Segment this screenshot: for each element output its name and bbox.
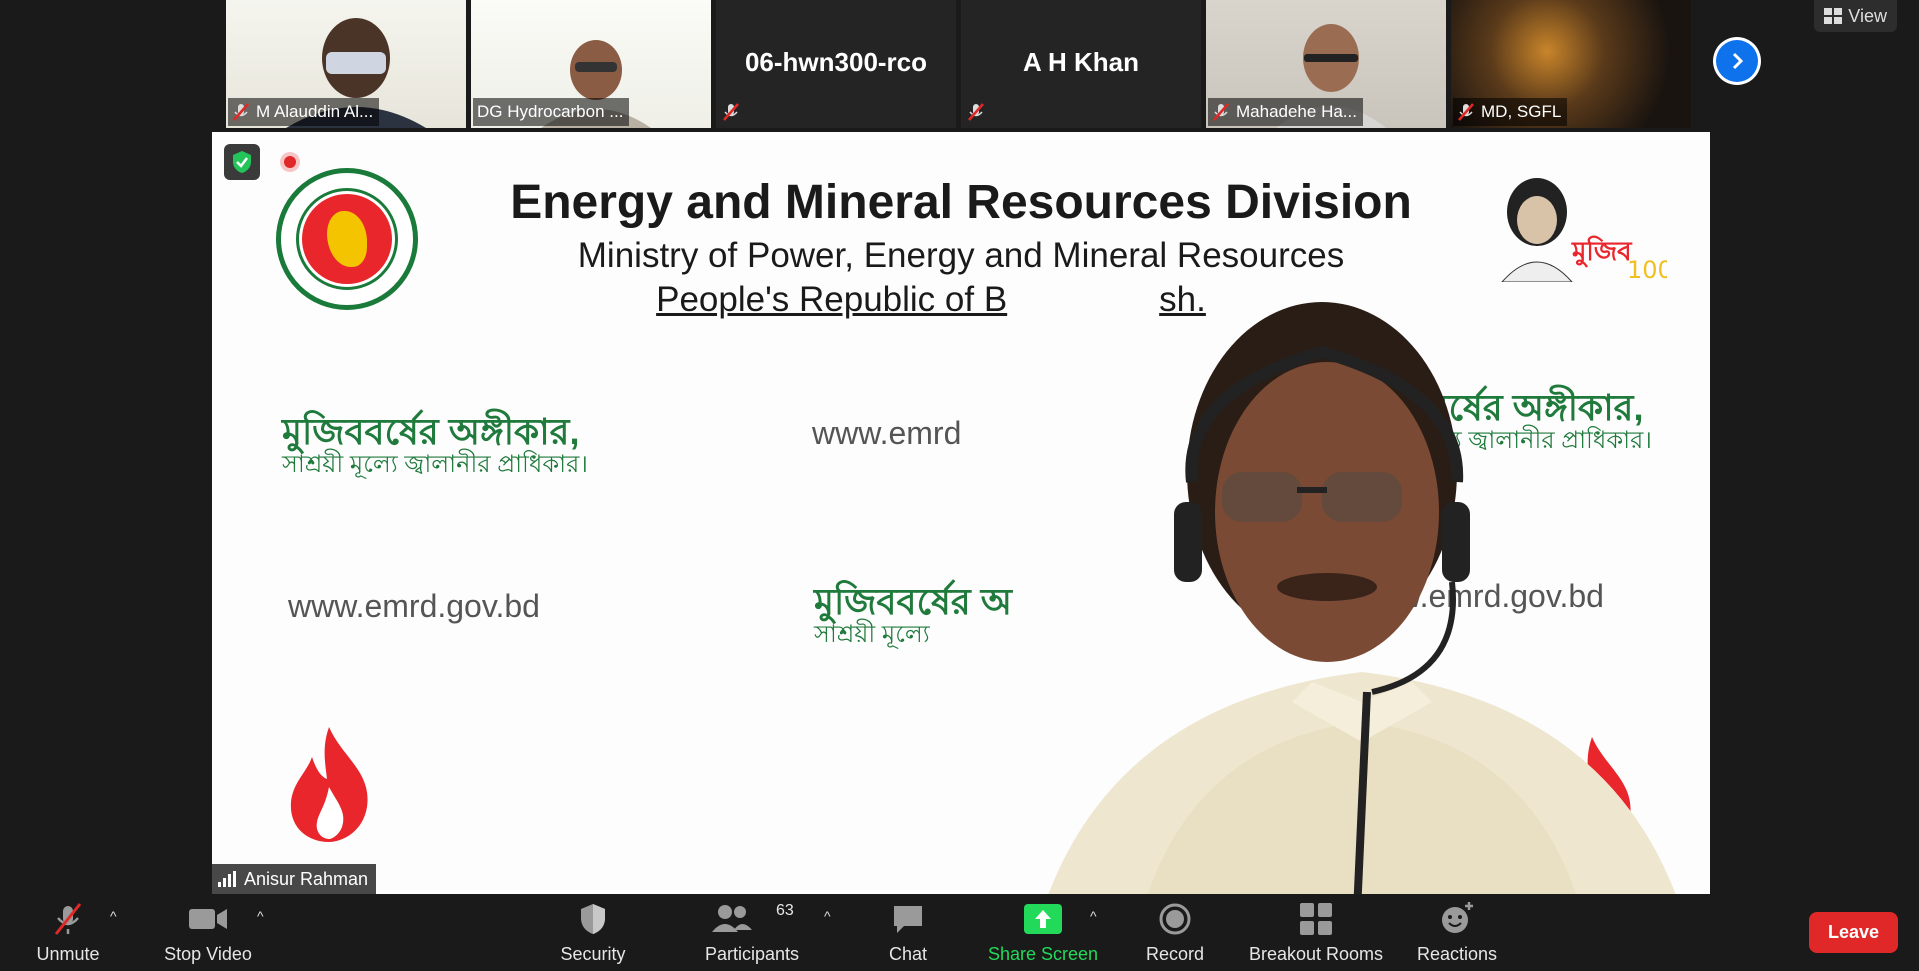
muted-microphone-icon — [54, 903, 82, 935]
shield-icon — [581, 904, 605, 934]
participant-name: DG Hydrocarbon ... — [477, 102, 624, 121]
participant-thumbnail-strip: M Alauddin Al... DG Hydrocarbon ... 06-h… — [226, 0, 1691, 128]
participant-count: 63 — [776, 902, 794, 919]
chat-bubble-icon — [894, 906, 922, 933]
website-url-middle: www.emrd — [812, 415, 962, 451]
participant-name: Mahadehe Ha... — [1236, 102, 1357, 121]
muted-mic-icon — [1457, 102, 1475, 122]
website-url-left: www.emrd.gov.bd — [288, 588, 540, 624]
breakout-rooms-button[interactable]: Breakout Rooms — [1245, 894, 1387, 971]
muted-mic-icon — [232, 102, 250, 122]
flame-icon — [290, 727, 368, 842]
record-button[interactable]: Record — [1135, 894, 1215, 971]
stop-video-label: Stop Video — [164, 944, 252, 964]
bangla-slogan-middle: মুজিববর্ষের অ সাশ্রয়ী মূল্যে — [814, 582, 1012, 648]
participant-tile[interactable]: M Alauddin Al... — [226, 0, 466, 128]
breakout-rooms-label: Breakout Rooms — [1248, 944, 1384, 964]
next-page-button[interactable] — [1713, 37, 1761, 85]
participant-display-name: 06-hwn300-rco — [744, 46, 928, 77]
share-screen-icon — [1024, 904, 1062, 934]
active-speaker-video[interactable]: Energy and Mineral Resources Division Mi… — [212, 132, 1710, 894]
record-label: Record — [1145, 944, 1205, 964]
security-shield-icon[interactable] — [224, 144, 260, 180]
smiley-reaction-icon — [1442, 902, 1473, 933]
participant-name-tag — [718, 98, 746, 126]
participant-tile[interactable]: A H Khan — [961, 0, 1201, 128]
participants-icon — [712, 905, 752, 932]
participant-name: M Alauddin Al... — [256, 102, 374, 121]
breakout-rooms-icon — [1300, 903, 1332, 935]
view-button[interactable]: View — [1814, 0, 1897, 32]
participant-name-tag: MD, SGFL — [1453, 98, 1568, 126]
meeting-controls-toolbar: Unmute ^ Stop Video ^ Security Participa… — [0, 894, 1919, 971]
chat-label: Chat — [888, 944, 928, 964]
video-camera-icon — [189, 909, 227, 929]
participant-tile[interactable]: Mahadehe Ha... — [1206, 0, 1446, 128]
participant-name: MD, SGFL — [1481, 102, 1562, 121]
unmute-label: Unmute — [36, 944, 100, 964]
participant-display-name: A H Khan — [1022, 46, 1140, 77]
slide-subtitle: Ministry of Power, Energy and Mineral Re… — [577, 236, 1345, 275]
participant-tile[interactable]: 06-hwn300-rco — [716, 0, 956, 128]
zoom-meeting-window: M Alauddin Al... DG Hydrocarbon ... 06-h… — [0, 0, 1919, 971]
bangla-slogan-line2: সাশ্রয়ী মূল্যে জ্বালানীর প্রাধিকার। — [282, 450, 588, 478]
presenter-video — [1048, 302, 1676, 894]
speaker-name: Anisur Rahman — [244, 868, 369, 889]
muted-mic-icon — [1212, 102, 1230, 122]
share-screen-label: Share Screen — [987, 944, 1099, 964]
participant-tile[interactable]: DG Hydrocarbon ... — [471, 0, 711, 128]
participant-name-tag: M Alauddin Al... — [228, 98, 380, 126]
audio-options-caret[interactable]: ^ — [110, 908, 126, 924]
reactions-button[interactable]: Reactions — [1412, 894, 1502, 971]
reactions-label: Reactions — [1416, 944, 1498, 964]
participant-name-tag: Mahadehe Ha... — [1208, 98, 1363, 126]
bangla-slogan-line1: মুজিববর্ষের অ — [814, 581, 1012, 622]
chevron-right-icon — [1732, 52, 1744, 70]
security-button[interactable]: Security — [553, 894, 633, 971]
security-label: Security — [560, 944, 626, 964]
participants-label: Participants — [704, 944, 800, 964]
leave-meeting-button[interactable]: Leave — [1809, 912, 1898, 953]
share-options-caret[interactable]: ^ — [1090, 908, 1106, 924]
stop-video-button[interactable]: Stop Video — [160, 894, 256, 971]
participants-options-caret[interactable]: ^ — [824, 908, 840, 924]
slide-title: Energy and Mineral Resources Division — [510, 176, 1412, 229]
view-label: View — [1848, 5, 1887, 26]
muted-mic-icon — [722, 102, 740, 122]
unmute-button[interactable]: Unmute — [26, 894, 110, 971]
muted-mic-icon — [967, 102, 985, 122]
bangla-slogan-line2: সাশ্রয়ী মূল্যে — [814, 620, 930, 648]
share-screen-button[interactable]: Share Screen — [983, 894, 1103, 971]
signal-strength-icon — [218, 871, 236, 887]
mujib-100-logo: মুজিব 100 — [1501, 178, 1667, 282]
chat-button[interactable]: Chat — [868, 894, 948, 971]
participant-name-tag: DG Hydrocarbon ... — [473, 98, 630, 126]
mujib-text: মুজিব — [1571, 235, 1633, 268]
speaker-name-tag: Anisur Rahman — [212, 864, 377, 894]
video-options-caret[interactable]: ^ — [257, 908, 273, 924]
record-icon — [1159, 903, 1191, 935]
participant-tile[interactable]: MD, SGFL — [1451, 0, 1691, 128]
bangla-slogan-line1: মুজিববর্ষের অঙ্গীকার, — [282, 411, 580, 452]
participant-name-tag — [963, 98, 991, 126]
grid-view-icon — [1824, 8, 1843, 24]
recording-indicator-icon — [280, 152, 300, 172]
slide-country-text: People's Republic of B — [656, 280, 1008, 319]
bangla-slogan-left: মুজিববর্ষের অঙ্গীকার, সাশ্রয়ী মূল্যে জ্… — [282, 412, 588, 478]
